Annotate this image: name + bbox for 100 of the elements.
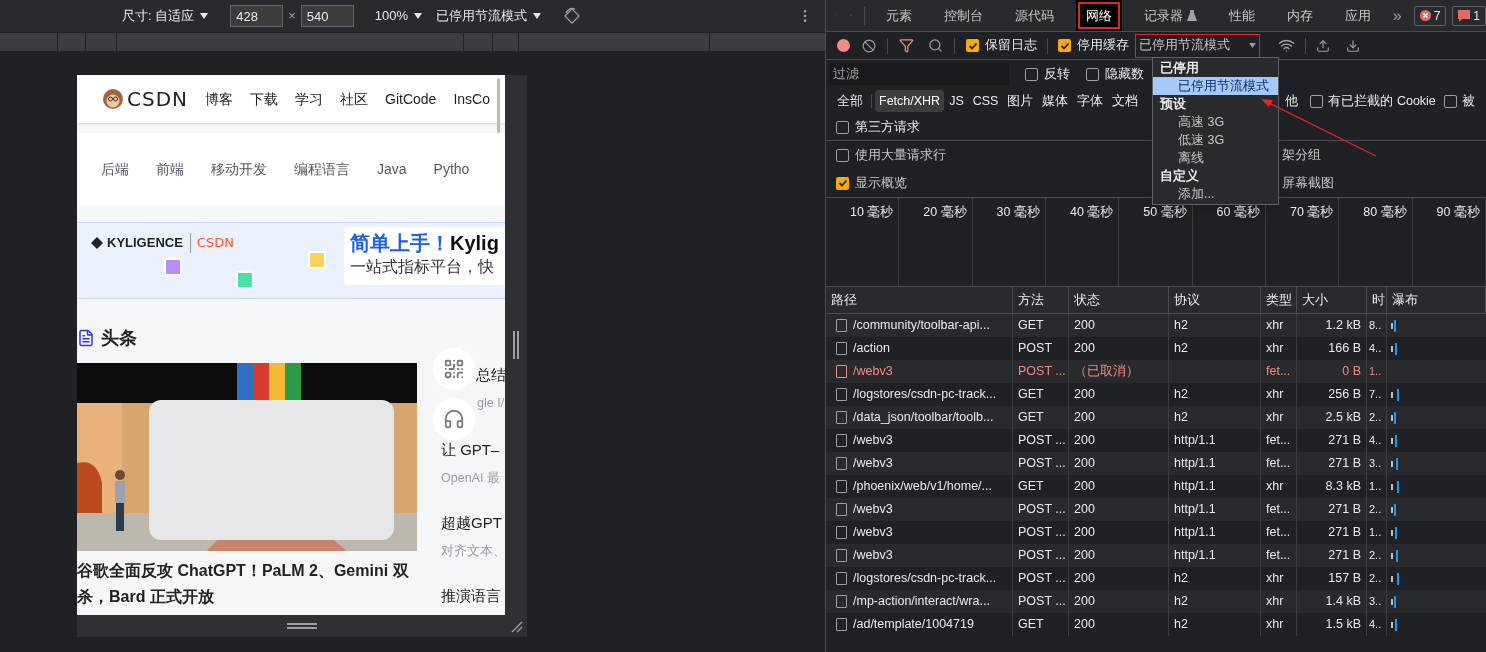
- type-filter-chip[interactable]: Fetch/XHR: [875, 90, 945, 112]
- qr-code-button[interactable]: [433, 348, 475, 390]
- type-filter-chip[interactable]: JS: [945, 90, 968, 112]
- record-icon[interactable]: [837, 39, 850, 52]
- nav-link[interactable]: 博客: [205, 88, 234, 110]
- timeline-tick: 90 毫秒: [1436, 204, 1480, 221]
- devtools-tab[interactable]: 元素: [875, 0, 922, 31]
- checkbox[interactable]: [836, 148, 849, 162]
- import-icon[interactable]: [1316, 38, 1330, 53]
- nav-link[interactable]: 社区: [340, 88, 369, 110]
- column-header[interactable]: 状态: [1069, 287, 1169, 313]
- type-filter-chip[interactable]: CSS: [968, 90, 1003, 112]
- file-icon: [836, 388, 847, 401]
- category-link[interactable]: 移动开发: [211, 158, 267, 180]
- devtools-tab[interactable]: 记录器: [1133, 0, 1207, 31]
- category-link[interactable]: 后端: [101, 158, 129, 180]
- table-cell-text: /webv3: [853, 524, 893, 542]
- issues-badge[interactable]: 1: [1452, 5, 1486, 26]
- checkbox[interactable]: [1058, 39, 1071, 52]
- errors-badge[interactable]: 7: [1413, 5, 1447, 26]
- column-header[interactable]: 时: [1367, 287, 1387, 313]
- width-field[interactable]: 428: [230, 5, 284, 27]
- column-header[interactable]: 路径: [826, 287, 1013, 313]
- clear-icon[interactable]: [862, 38, 876, 53]
- type-filter-chip[interactable]: 字体: [1073, 90, 1108, 112]
- request-row[interactable]: /community/toolbar-api... GET 200 h2 xhr 1.2 kB 8..: [826, 314, 1486, 337]
- search-icon[interactable]: [928, 38, 943, 53]
- category-link[interactable]: Java: [377, 158, 407, 180]
- waterfall-bar-icon: [1391, 457, 1399, 470]
- zoom-dropdown[interactable]: 100%: [374, 6, 423, 26]
- nav-link[interactable]: 下载: [250, 88, 279, 110]
- headset-button[interactable]: [433, 398, 475, 440]
- checkbox[interactable]: [966, 39, 979, 52]
- nav-link[interactable]: GitCode: [385, 88, 437, 110]
- checkbox[interactable]: [1310, 94, 1324, 108]
- filter-icon[interactable]: [899, 38, 914, 53]
- side-article-title[interactable]: 总结: [476, 367, 505, 383]
- type-filter-chip[interactable]: 全部: [833, 90, 867, 112]
- menu-option[interactable]: 添加...: [1153, 185, 1278, 203]
- type-filter-chip[interactable]: 媒体: [1038, 90, 1073, 112]
- type-filter-chip[interactable]: 图片: [1003, 90, 1038, 112]
- table-cell-text: h2: [1174, 317, 1188, 335]
- side-article-title[interactable]: 让 GPT–: [441, 441, 500, 458]
- menu-option[interactable]: 已停用节流模式: [1153, 77, 1278, 95]
- request-row[interactable]: /mp-action/interact/wra... POST ... 200 h2 xhr 1.4 kB 3..: [826, 590, 1486, 613]
- column-header[interactable]: 方法: [1013, 287, 1069, 313]
- category-link[interactable]: Pytho: [433, 158, 470, 180]
- table-cell-text: xhr: [1266, 340, 1284, 358]
- document-icon: [77, 329, 95, 347]
- file-icon: [836, 595, 847, 608]
- checkbox[interactable]: [1086, 67, 1099, 81]
- site-logo[interactable]: CSDN: [127, 84, 189, 114]
- scrollbar-thumb[interactable]: [497, 78, 500, 133]
- column-header[interactable]: 大小: [1297, 287, 1367, 313]
- export-icon[interactable]: [1346, 38, 1360, 53]
- filter-field[interactable]: 过滤: [829, 63, 1009, 85]
- checkbox[interactable]: [1443, 94, 1457, 108]
- height-field[interactable]: 540: [300, 5, 354, 27]
- side-article-title[interactable]: 推演语言: [441, 587, 501, 604]
- request-row[interactable]: /data_json/toolbar/toolb... GET 200 h2 xhr 2.5 kB 2..: [826, 406, 1486, 429]
- column-header[interactable]: 类型: [1261, 287, 1297, 313]
- request-row[interactable]: /webv3 POST ... 200 http/1.1 fet... 271 B 2..: [826, 544, 1486, 567]
- network-conditions-icon[interactable]: [1278, 37, 1295, 54]
- checkbox[interactable]: [836, 120, 849, 134]
- checkbox-label: 显示概览: [855, 174, 907, 192]
- article-title[interactable]: 谷歌全面反攻 ChatGPT！PaLM 2、Gemini 双杀，Bard 正式开放: [77, 558, 412, 610]
- devtools-tab[interactable]: 网络: [1075, 0, 1122, 31]
- category-link[interactable]: 前端: [156, 158, 184, 180]
- more-tabs-button[interactable]: »: [1388, 3, 1406, 28]
- table-cell-text: h2: [1174, 570, 1188, 588]
- table-cell-text: http/1.1: [1174, 524, 1216, 542]
- checkbox[interactable]: [836, 176, 849, 190]
- file-icon: [836, 457, 847, 470]
- menu-option[interactable]: 高速 3G: [1153, 113, 1278, 131]
- nav-link[interactable]: 学习: [295, 88, 324, 110]
- menu-option[interactable]: 低速 3G: [1153, 131, 1278, 149]
- request-row[interactable]: /webv3 POST ... （已取消） fet... 0 B 1..: [826, 360, 1486, 383]
- devtools-tab[interactable]: 内存: [1276, 0, 1323, 31]
- dimensions-dropdown[interactable]: 尺寸: 自适应: [122, 6, 209, 26]
- devtools-tab[interactable]: 应用: [1334, 0, 1381, 31]
- throttle-dropdown[interactable]: 已停用节流模式: [436, 6, 542, 26]
- corner-resize-icon[interactable]: [511, 621, 523, 633]
- menu-option[interactable]: 离线: [1153, 149, 1278, 167]
- side-article-title[interactable]: 超越GPT: [441, 514, 502, 531]
- devtools-tab[interactable]: 控制台: [933, 0, 993, 31]
- type-filter-chip[interactable]: 他: [1281, 90, 1303, 112]
- category-link[interactable]: 编程语言: [294, 158, 350, 180]
- request-row[interactable]: /webv3 POST ... 200 http/1.1 fet... 271 B 2..: [826, 498, 1486, 521]
- request-row[interactable]: /webv3 POST ... 200 http/1.1 fet... 271 B 3..: [826, 452, 1486, 475]
- table-cell-text: http/1.1: [1174, 501, 1216, 519]
- table-cell-text: 200: [1074, 386, 1095, 404]
- type-filter-chip[interactable]: 文档: [1108, 90, 1143, 112]
- checkbox[interactable]: [1025, 67, 1038, 81]
- devtools-tab[interactable]: 源代码: [1004, 0, 1064, 31]
- column-header[interactable]: 协议: [1169, 287, 1261, 313]
- rotate-icon[interactable]: [563, 7, 582, 25]
- nav-link[interactable]: InsCo: [453, 88, 490, 110]
- devtools-tab[interactable]: 性能: [1218, 0, 1265, 31]
- ad-banner[interactable]: KYLIGENCE CSDN 简单上手！Kylig 一站式指标平台，快: [77, 222, 505, 299]
- column-header[interactable]: 瀑布: [1387, 287, 1486, 313]
